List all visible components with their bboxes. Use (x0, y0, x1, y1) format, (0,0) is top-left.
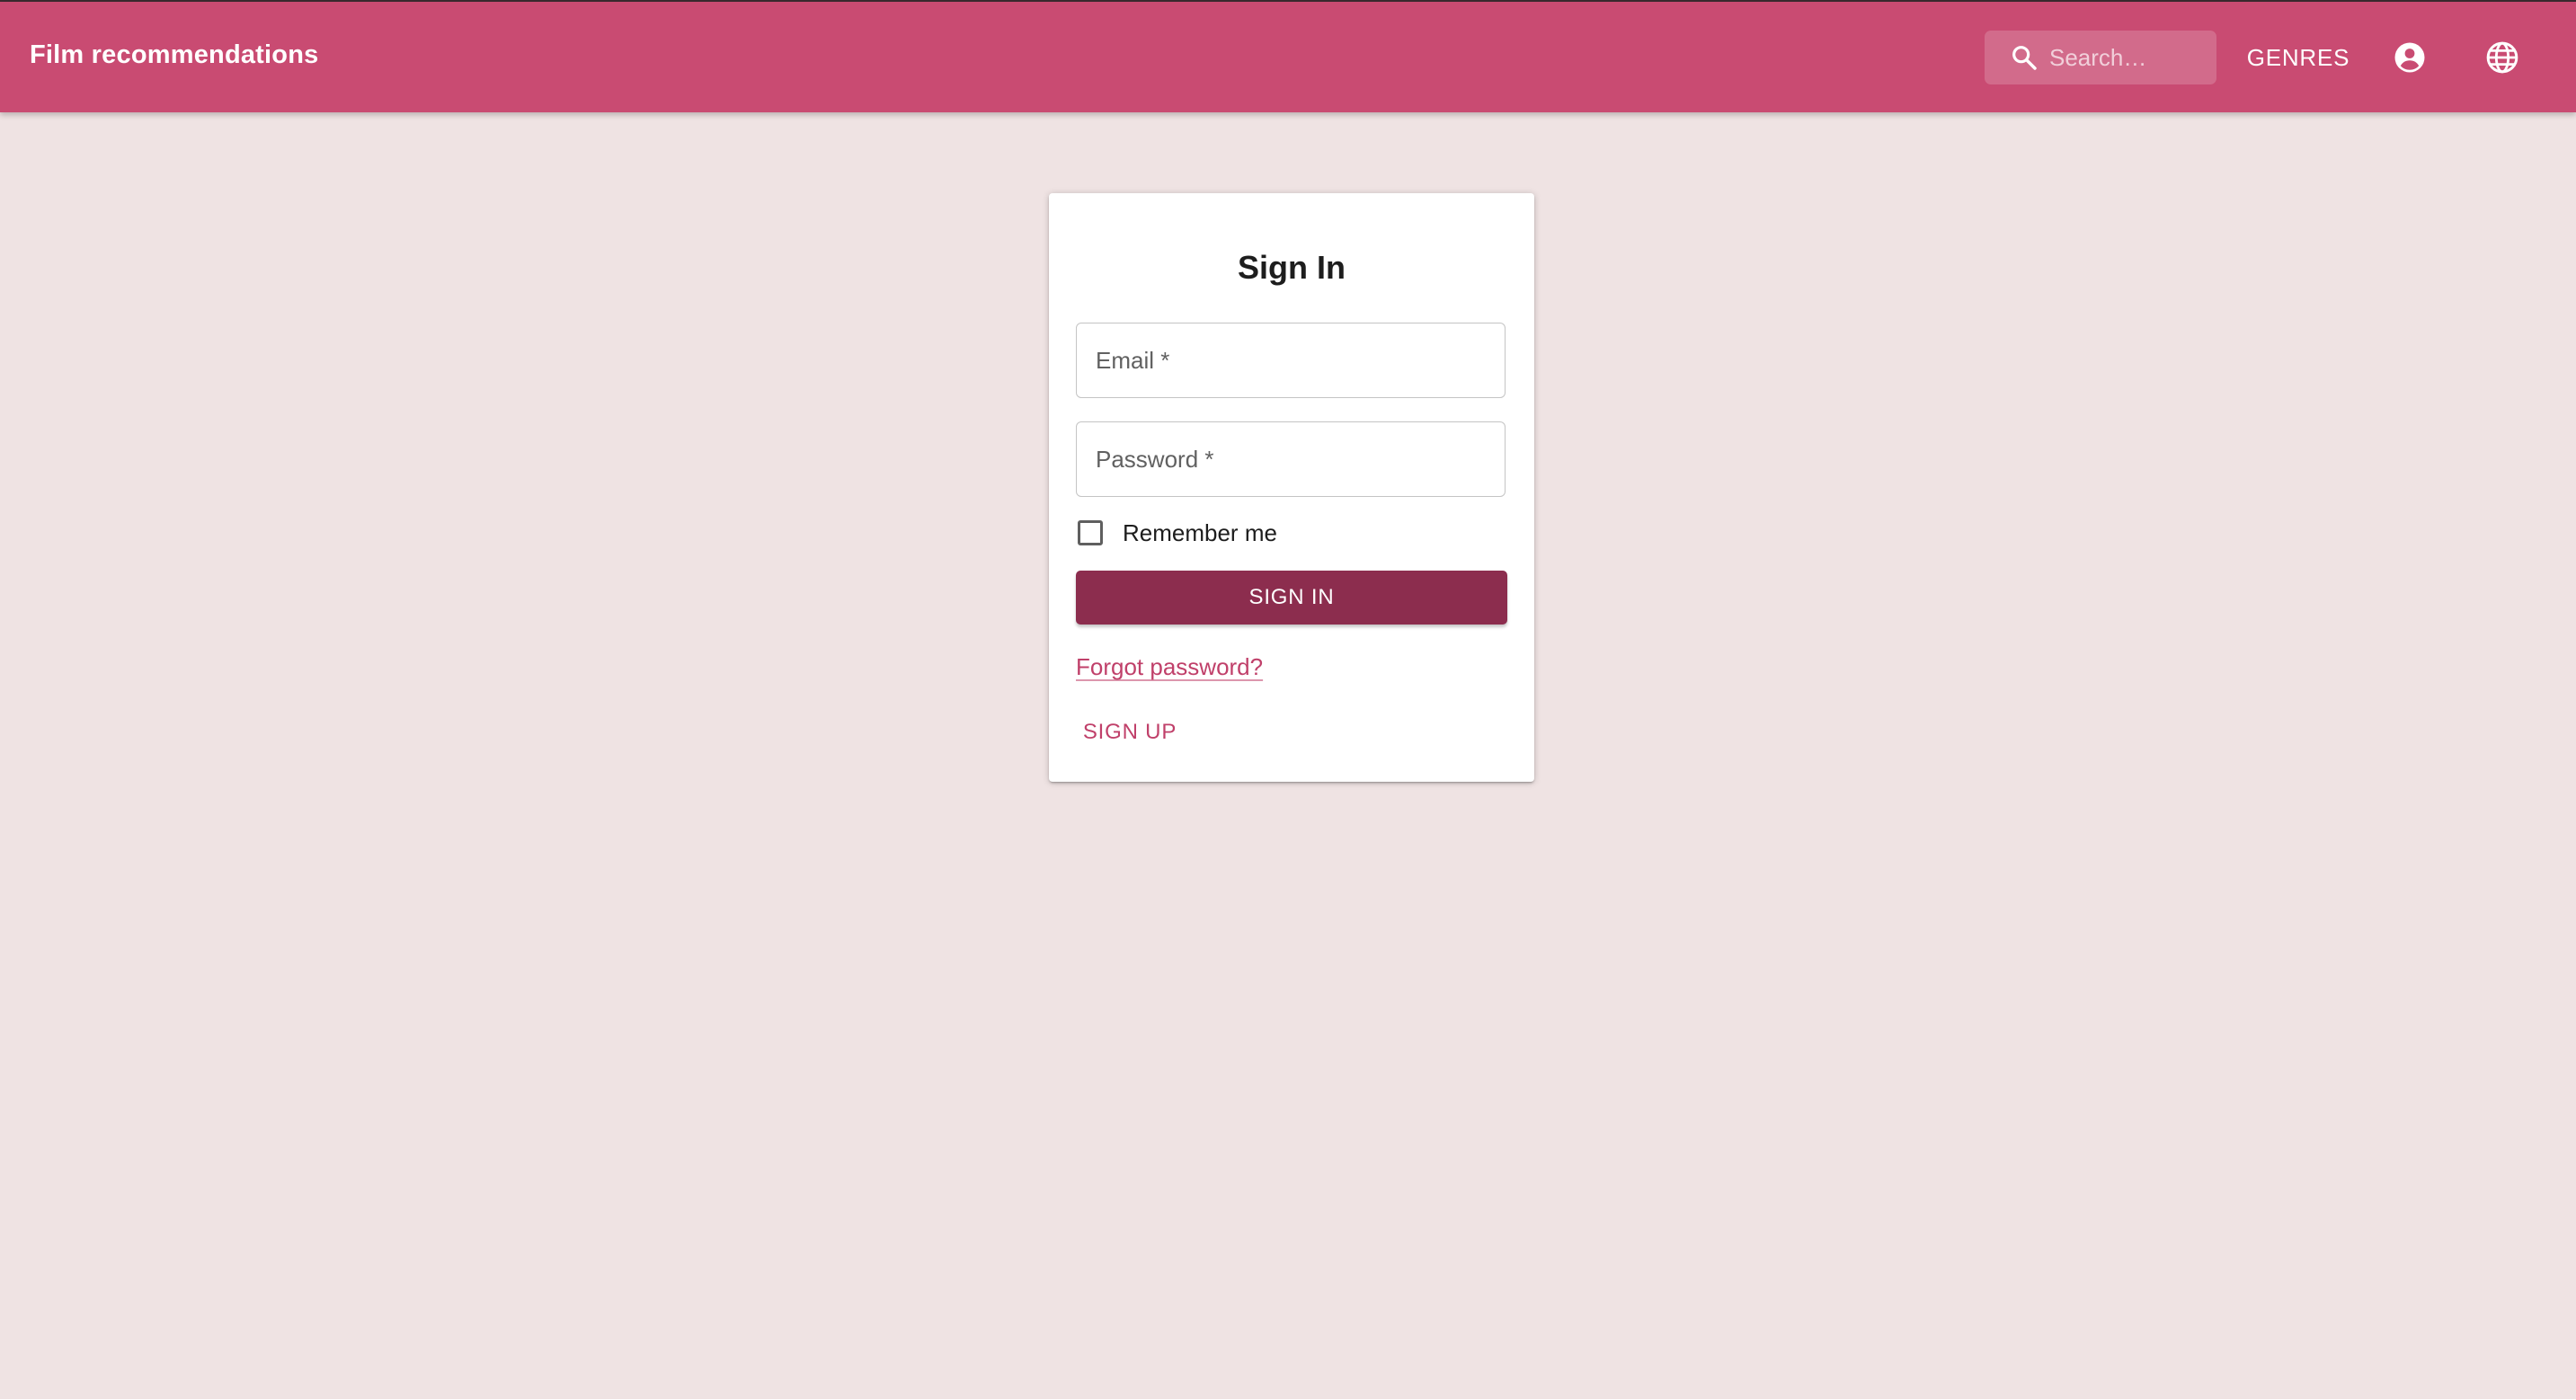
search-icon (2012, 46, 2037, 70)
globe-icon (2486, 41, 2518, 74)
search-box[interactable] (1985, 31, 2216, 84)
signin-card: Sign In Email * Password * Remember me S… (1049, 193, 1534, 782)
password-field-label: Password * (1096, 446, 1214, 473)
search-input[interactable] (2049, 31, 2211, 84)
password-field[interactable]: Password * (1076, 421, 1506, 497)
email-field[interactable]: Email * (1076, 323, 1506, 398)
language-button[interactable] (2475, 31, 2529, 84)
forgot-password-link[interactable]: Forgot password? (1076, 653, 1263, 681)
account-button[interactable] (2383, 31, 2437, 84)
genres-button[interactable]: GENRES (2240, 27, 2357, 88)
remember-me-option[interactable]: Remember me (1076, 515, 1346, 551)
sign-up-button[interactable]: SIGN UP (1076, 707, 1184, 758)
account-circle-icon (2394, 42, 2425, 73)
remember-me-label: Remember me (1123, 518, 1277, 546)
app-title: Film recommendations (30, 40, 319, 69)
remember-me-checkbox[interactable] (1078, 520, 1103, 545)
sign-in-button[interactable]: SIGN IN (1076, 571, 1507, 625)
app-bar: Film recommendations GENRES (0, 2, 2576, 112)
email-field-label: Email * (1096, 347, 1170, 374)
signin-title: Sign In (1238, 249, 1346, 286)
